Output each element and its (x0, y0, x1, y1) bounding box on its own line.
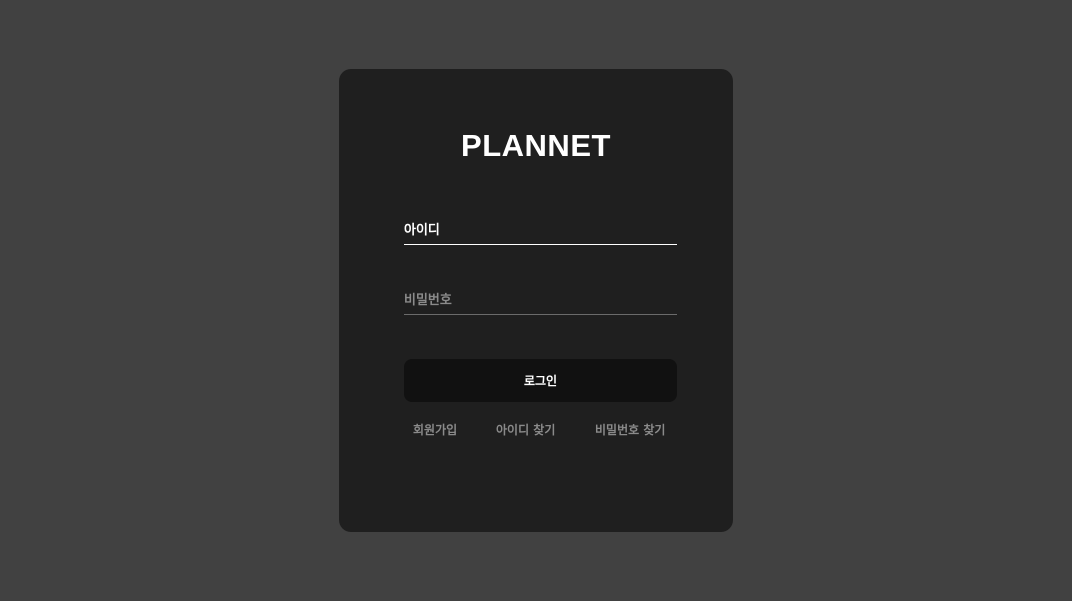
find-password-link[interactable]: 비밀번호 찾기 (595, 421, 665, 438)
password-input[interactable] (404, 287, 677, 315)
brand-logo: PLANNET (461, 128, 611, 163)
find-id-link[interactable]: 아이디 찾기 (496, 421, 555, 438)
signup-link[interactable]: 회원가입 (413, 421, 457, 438)
id-input[interactable] (404, 217, 677, 245)
login-button[interactable]: 로그인 (404, 359, 677, 402)
account-links: 회원가입 아이디 찾기 비밀번호 찾기 (404, 421, 677, 441)
